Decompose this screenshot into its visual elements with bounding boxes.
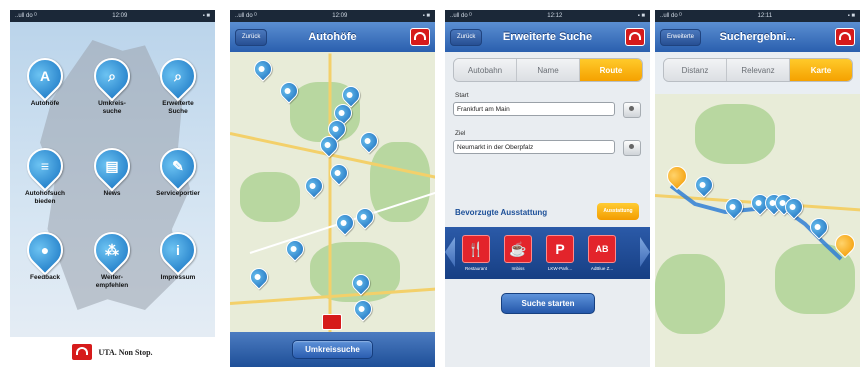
result-view-segmented-control: Distanz Relevanz Karte: [663, 58, 853, 82]
feature-label: LKW-Park...: [547, 266, 573, 271]
phone-search-results-map: ..ull do ᴰ 12:11 ▪ ■ Erweiterte Sucherge…: [655, 10, 860, 367]
info-icon: i: [152, 224, 204, 276]
status-bar: ..ull do ᴰ 12:11 ▪ ■: [655, 10, 860, 22]
truck-icon: A: [19, 50, 71, 102]
battery-icon: ▪ ■: [847, 13, 855, 19]
phone-main-menu: ..ull do ᴰ 12:09 ▪ ■ A Autohöfe ⌕ Umkrei…: [10, 10, 215, 367]
menu-weiterempfehlen[interactable]: ⁂ Weiter- empfehlen: [82, 224, 142, 290]
chevron-left-icon[interactable]: [445, 237, 455, 267]
menu-label: Erweiterte Suche: [162, 100, 194, 115]
feature-lkw-parking[interactable]: P LKW-Park...: [545, 235, 575, 271]
forest-area: [240, 172, 300, 222]
segment-autobahn[interactable]: Autobahn: [454, 59, 517, 81]
share-icon: ⁂: [86, 224, 138, 276]
search-mode-segmented-control: Autobahn Name Route: [453, 58, 643, 82]
feature-label: AdBlue Z...: [590, 266, 614, 271]
map-view[interactable]: [655, 94, 860, 367]
highway-road: [328, 53, 332, 332]
feature-label: Restaurant: [464, 266, 487, 271]
menu-impressum[interactable]: i Impressum: [148, 224, 208, 282]
battery-icon: ▪ ■: [637, 13, 645, 19]
status-bar: ..ull do ᴰ 12:09 ▪ ■: [10, 10, 215, 22]
start-field[interactable]: Frankfurt am Main: [453, 102, 615, 116]
map-pin[interactable]: [246, 264, 272, 290]
uta-logo-icon[interactable]: [625, 28, 645, 46]
nav-bar: Erweiterte Suchergebni...: [655, 22, 860, 52]
brand-footer: UTA. Non Stop.: [10, 337, 215, 367]
uta-logo-icon[interactable]: [410, 28, 430, 46]
start-label: Start: [455, 92, 469, 99]
news-icon: ▤: [86, 140, 138, 192]
bottom-toolbar: Umkreissuche: [230, 332, 435, 367]
map-pin[interactable]: [332, 210, 358, 236]
menu-label: Autohofsuch bieden: [24, 190, 66, 205]
uta-logo-icon[interactable]: [835, 28, 855, 46]
phone-advanced-search: ..ull do ᴰ 12:12 ▪ ■ Zurück Erweiterte S…: [445, 10, 650, 367]
menu-erweiterte-suche[interactable]: ⌕ Erweiterte Suche: [148, 50, 208, 116]
map-pin[interactable]: [250, 56, 276, 82]
ziel-field[interactable]: Neumarkt in der Oberpfalz: [453, 140, 615, 154]
segment-distanz[interactable]: Distanz: [664, 59, 727, 81]
ausstattung-button[interactable]: Ausstattung: [597, 203, 639, 220]
zoom-icon: ⌕: [152, 50, 204, 102]
back-button[interactable]: Zurück: [235, 29, 268, 46]
status-bar: ..ull do ᴰ 12:09 ▪ ■: [230, 10, 435, 22]
carrier-label: ..ull do ᴰ: [450, 13, 473, 19]
start-location-button[interactable]: [623, 102, 641, 118]
carrier-label: ..ull do ᴰ: [660, 13, 683, 19]
status-bar: ..ull do ᴰ 12:12 ▪ ■: [445, 10, 650, 22]
clock-label: 12:09: [112, 13, 128, 19]
map-view[interactable]: [230, 52, 435, 332]
ziel-label: Ziel: [455, 130, 466, 137]
umkreissuche-button[interactable]: Umkreissuche: [292, 340, 373, 359]
map-pin[interactable]: [301, 173, 327, 199]
clock-label: 12:11: [757, 13, 773, 19]
nav-bar: Zurück Erweiterte Suche: [445, 22, 650, 52]
cup-icon: ☕: [504, 235, 532, 263]
menu-serviceportier[interactable]: ✎ Serviceportier: [148, 140, 208, 198]
current-location-icon: [322, 314, 342, 330]
battery-icon: ▪ ■: [422, 13, 430, 19]
restaurant-icon: 🍴: [462, 235, 490, 263]
chevron-right-icon[interactable]: [640, 237, 650, 267]
parking-icon: P: [546, 235, 574, 263]
start-search-button[interactable]: Suche starten: [501, 293, 595, 314]
menu-feedback[interactable]: ● Feedback: [15, 224, 75, 282]
search-icon: ⌕: [86, 50, 138, 102]
carrier-label: ..ull do ᴰ: [15, 13, 38, 19]
adblue-icon: AB: [588, 235, 616, 263]
wrench-icon: ✎: [152, 140, 204, 192]
menu-umkreissuche[interactable]: ⌕ Umkreis- suche: [82, 50, 142, 116]
clock-label: 12:12: [547, 13, 563, 19]
segment-name[interactable]: Name: [517, 59, 580, 81]
menu-label: Weiter- empfehlen: [95, 274, 129, 289]
brand-slogan: UTA. Non Stop.: [98, 347, 153, 357]
menu-autohofsuche[interactable]: ≡ Autohofsuch bieden: [15, 140, 75, 206]
menu-label: Umkreis- suche: [98, 100, 126, 115]
clock-label: 12:09: [332, 13, 348, 19]
menu-autohoefe[interactable]: A Autohöfe: [15, 50, 75, 108]
feature-imbiss[interactable]: ☕ Imbiss: [503, 235, 533, 271]
feature-restaurant[interactable]: 🍴 Restaurant: [461, 235, 491, 271]
carrier-label: ..ull do ᴰ: [235, 13, 258, 19]
chat-icon: ●: [19, 224, 71, 276]
feature-carousel: 🍴 Restaurant ☕ Imbiss P LKW-Park... AB A…: [445, 227, 650, 279]
nav-bar: Zurück Autohöfe: [230, 22, 435, 52]
feature-adblue[interactable]: AB AdBlue Z...: [587, 235, 617, 271]
preferred-features-label: Bevorzugte Ausstattung: [455, 208, 548, 217]
back-button[interactable]: Erweiterte: [660, 29, 702, 46]
uta-logo-icon: [72, 344, 93, 360]
feature-label: Imbiss: [511, 266, 525, 271]
segment-route[interactable]: Route: [580, 59, 642, 81]
segment-karte[interactable]: Karte: [790, 59, 852, 81]
phone-autohoefe-map: ..ull do ᴰ 12:09 ▪ ■ Zurück Autohöfe Umk…: [230, 10, 435, 367]
battery-icon: ▪ ■: [202, 13, 210, 19]
back-button[interactable]: Zurück: [450, 29, 483, 46]
ziel-location-button[interactable]: [623, 140, 641, 156]
segment-relevanz[interactable]: Relevanz: [727, 59, 790, 81]
list-icon: ≡: [19, 140, 71, 192]
menu-news[interactable]: ▤ News: [82, 140, 142, 198]
route-line: [669, 184, 843, 261]
